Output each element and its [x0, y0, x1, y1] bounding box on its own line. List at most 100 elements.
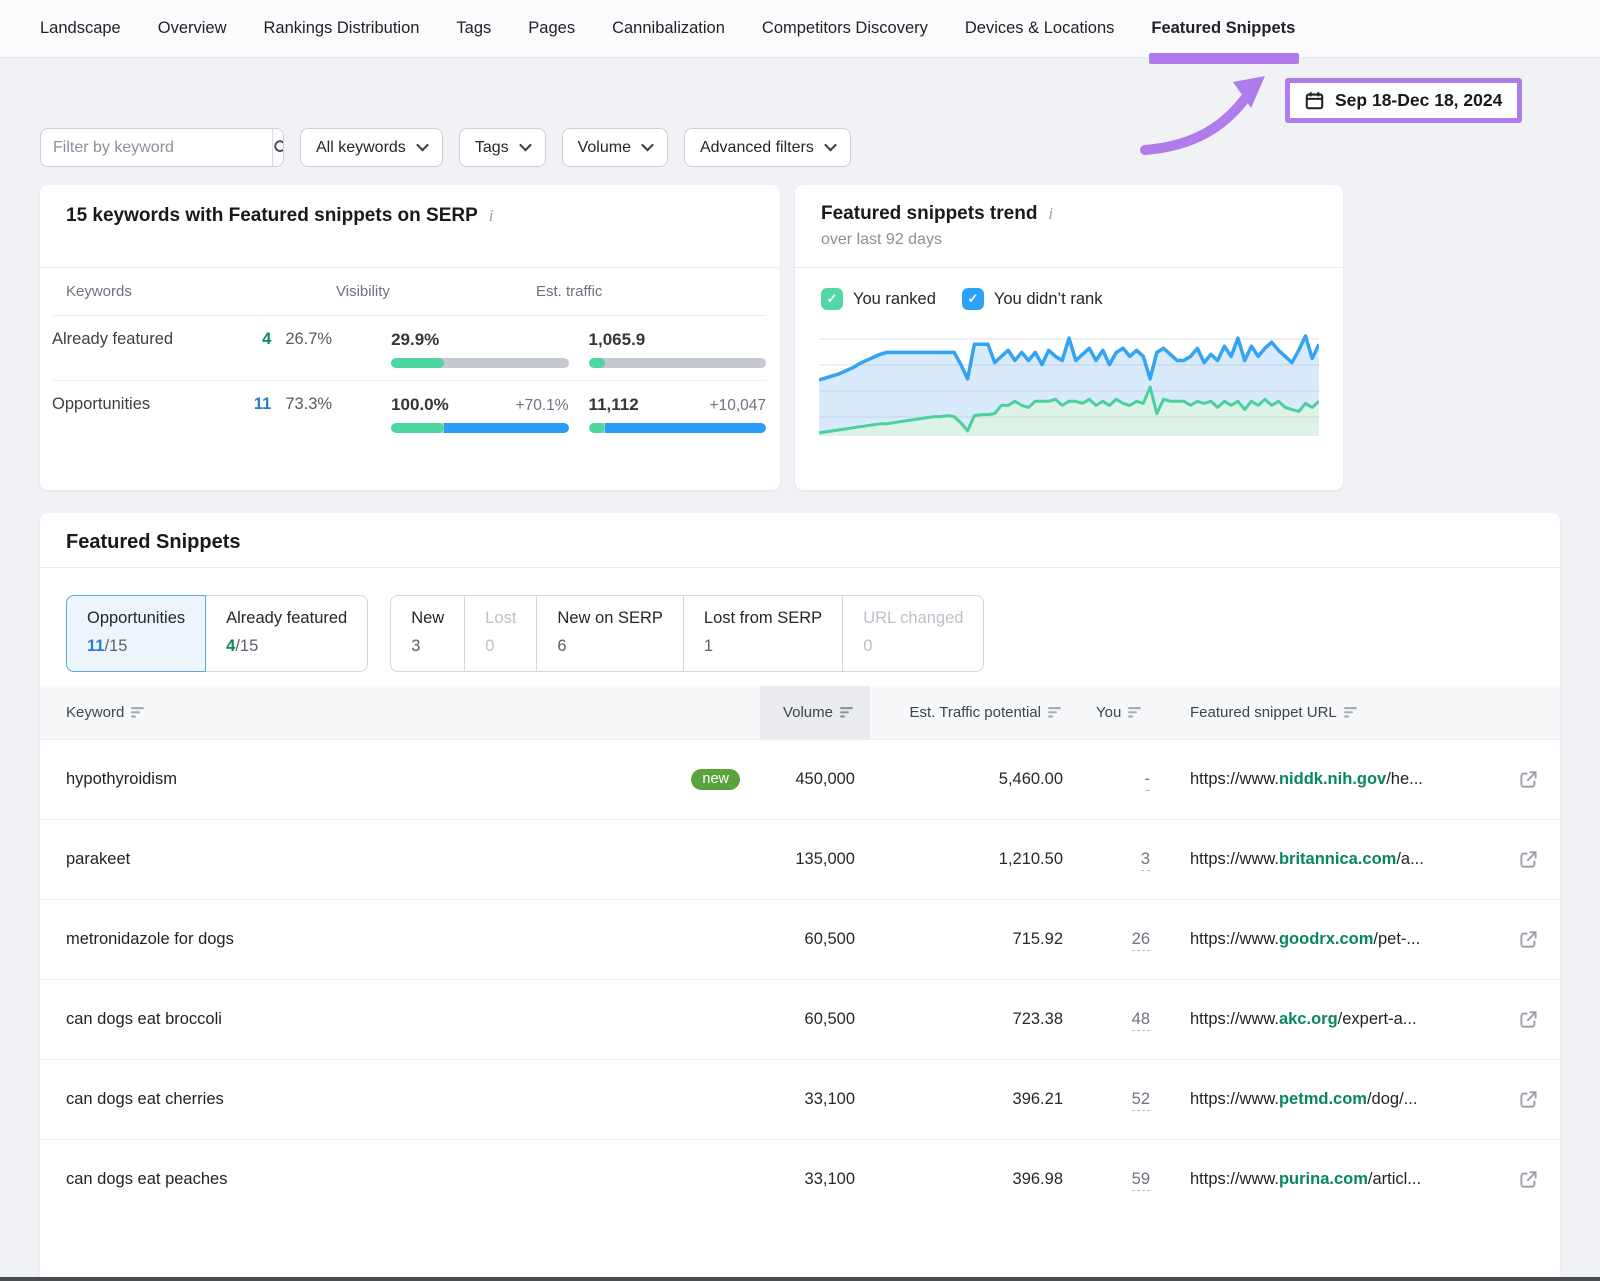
volume-cell: 450,000 — [760, 770, 870, 789]
tab-new-on-serp[interactable]: New on SERP 6 — [537, 595, 683, 672]
nav-tab-landscape[interactable]: Landscape — [40, 0, 121, 58]
traffic-potential-cell: 715.92 — [870, 930, 1082, 949]
visibility-value: 100.0% — [391, 395, 449, 415]
trend-legend: ✓ You ranked ✓ You didn’t rank — [795, 268, 1343, 310]
traffic-value: 11,112 — [589, 395, 639, 415]
tab-new-count: 3 — [411, 637, 444, 656]
keyword-cell: hypothyroidism new — [40, 769, 760, 791]
column-header-est-traffic-potential[interactable]: Est. Traffic potential — [870, 686, 1082, 739]
volume-cell: 60,500 — [760, 930, 870, 949]
summary-traffic-metric: 11,112 +10,047 — [589, 395, 766, 433]
nav-tab-tags[interactable]: Tags — [456, 0, 491, 58]
snippet-url-link[interactable]: https://www.goodrx.com/pet-... — [1190, 930, 1420, 949]
nav-tab-competitors-discovery[interactable]: Competitors Discovery — [762, 0, 928, 58]
you-position-link[interactable]: - — [1145, 770, 1151, 791]
tab-lost-from-serp-count: 1 — [704, 637, 822, 656]
you-position-link[interactable]: 48 — [1132, 1010, 1150, 1031]
table-row: parakeet 135,000 1,210.50 3 https://www.… — [40, 819, 1560, 899]
summary-table: Keywords Visibility Est. traffic Already… — [40, 268, 780, 452]
legend-you-didnt-rank-label: You didn’t rank — [994, 290, 1103, 309]
column-header-est-traffic-potential-label: Est. Traffic potential — [910, 704, 1041, 721]
summary-row-count: 4 — [241, 330, 271, 349]
table-row: can dogs eat peaches 33,100 396.98 59 ht… — [40, 1139, 1560, 1219]
you-position-cell: 59 — [1082, 1170, 1174, 1189]
traffic-value: 1,065.9 — [589, 330, 646, 350]
external-link-icon[interactable] — [1519, 770, 1538, 789]
top-navigation: Landscape Overview Rankings Distribution… — [0, 0, 1600, 58]
purple-highlight-underline — [1149, 53, 1299, 64]
column-header-keyword[interactable]: Keyword — [40, 686, 760, 739]
filter-bar: All keywords Tags Volume Advanced filter… — [40, 128, 851, 167]
sort-icon — [1344, 707, 1359, 718]
you-position-link[interactable]: 3 — [1141, 850, 1150, 871]
you-position-link[interactable]: 52 — [1132, 1090, 1150, 1111]
column-header-you-label: You — [1096, 704, 1121, 721]
you-position-link[interactable]: 59 — [1132, 1170, 1150, 1191]
info-icon[interactable]: i — [487, 206, 496, 226]
advanced-filters-dropdown[interactable]: Advanced filters — [684, 128, 851, 167]
summary-col-visibility: Visibility — [286, 283, 500, 300]
nav-tab-cannibalization[interactable]: Cannibalization — [612, 0, 725, 58]
external-link-icon[interactable] — [1519, 1010, 1538, 1029]
column-header-featured-snippet-url-label: Featured snippet URL — [1190, 704, 1337, 721]
snippet-url-link[interactable]: https://www.niddk.nih.gov/he... — [1190, 770, 1423, 789]
volume-dropdown-label: Volume — [578, 139, 631, 157]
tab-url-changed-label: URL changed — [863, 609, 963, 628]
external-link-icon[interactable] — [1519, 930, 1538, 949]
you-position-link[interactable]: 26 — [1132, 930, 1150, 951]
volume-cell: 33,100 — [760, 1170, 870, 1189]
external-link-icon[interactable] — [1519, 1170, 1538, 1189]
checkbox-checked-green-icon[interactable]: ✓ — [821, 288, 843, 310]
keyword-text: parakeet — [66, 850, 130, 869]
tab-opportunities[interactable]: Opportunities 11/15 — [66, 595, 206, 672]
summary-visibility-metric: 29.9% — [391, 330, 568, 368]
external-link-icon[interactable] — [1519, 1090, 1538, 1109]
snippet-url-link[interactable]: https://www.purina.com/articl... — [1190, 1170, 1421, 1189]
featured-snippet-url-cell: https://www.goodrx.com/pet-... — [1174, 930, 1560, 949]
table-row: metronidazole for dogs 60,500 715.92 26 … — [40, 899, 1560, 979]
date-range-picker[interactable]: Sep 18-Dec 18, 2024 — [1285, 78, 1522, 123]
keyword-filter-input[interactable] — [41, 139, 272, 157]
keyword-cell: parakeet — [40, 850, 760, 869]
checkbox-checked-blue-icon[interactable]: ✓ — [962, 288, 984, 310]
nav-tab-overview[interactable]: Overview — [158, 0, 227, 58]
summary-row-label: Already featured — [52, 330, 241, 349]
tab-lost-from-serp[interactable]: Lost from SERP 1 — [684, 595, 843, 672]
tags-dropdown[interactable]: Tags — [459, 128, 546, 167]
traffic-potential-cell: 5,460.00 — [870, 770, 1082, 789]
featured-snippet-url-cell: https://www.akc.org/expert-a... — [1174, 1010, 1560, 1029]
column-header-volume[interactable]: Volume — [760, 686, 870, 739]
column-header-featured-snippet-url[interactable]: Featured snippet URL — [1174, 686, 1560, 739]
nav-tab-pages[interactable]: Pages — [528, 0, 575, 58]
legend-you-didnt-rank[interactable]: ✓ You didn’t rank — [962, 288, 1103, 310]
all-keywords-dropdown[interactable]: All keywords — [300, 128, 443, 167]
snippet-url-link[interactable]: https://www.britannica.com/a... — [1190, 850, 1424, 869]
nav-tab-rankings-distribution[interactable]: Rankings Distribution — [264, 0, 420, 58]
column-header-you[interactable]: You — [1082, 686, 1174, 739]
advanced-filters-dropdown-label: Advanced filters — [700, 139, 814, 157]
volume-cell: 135,000 — [760, 850, 870, 869]
trend-card-title: Featured snippets trend — [821, 203, 1037, 225]
snippet-url-link[interactable]: https://www.petmd.com/dog/... — [1190, 1090, 1417, 1109]
tab-already-featured[interactable]: Already featured 4/15 — [206, 595, 368, 672]
tab-new-on-serp-count: 6 — [557, 637, 662, 656]
tab-url-changed[interactable]: URL changed 0 — [843, 595, 984, 672]
new-badge: new — [691, 769, 740, 791]
snippet-url-link[interactable]: https://www.akc.org/expert-a... — [1190, 1010, 1417, 1029]
legend-you-ranked[interactable]: ✓ You ranked — [821, 288, 936, 310]
tab-lost[interactable]: Lost 0 — [465, 595, 537, 672]
chevron-down-icon — [416, 138, 429, 151]
keyword-filter-box — [40, 128, 284, 167]
summary-row-opportunities: Opportunities 11 73.3% 100.0% +70.1% 11,… — [52, 380, 766, 452]
keyword-text: can dogs eat cherries — [66, 1090, 224, 1109]
search-button[interactable] — [272, 129, 284, 166]
summary-row-count: 11 — [241, 395, 271, 414]
info-icon[interactable]: i — [1046, 204, 1055, 224]
tab-new[interactable]: New 3 — [390, 595, 465, 672]
external-link-icon[interactable] — [1519, 850, 1538, 869]
volume-dropdown[interactable]: Volume — [562, 128, 668, 167]
nav-tab-featured-snippets[interactable]: Featured Snippets — [1151, 0, 1295, 58]
snippets-tabs-row: Opportunities 11/15 Already featured 4/1… — [40, 568, 1560, 672]
traffic-potential-cell: 723.38 — [870, 1010, 1082, 1029]
nav-tab-devices-locations[interactable]: Devices & Locations — [965, 0, 1115, 58]
